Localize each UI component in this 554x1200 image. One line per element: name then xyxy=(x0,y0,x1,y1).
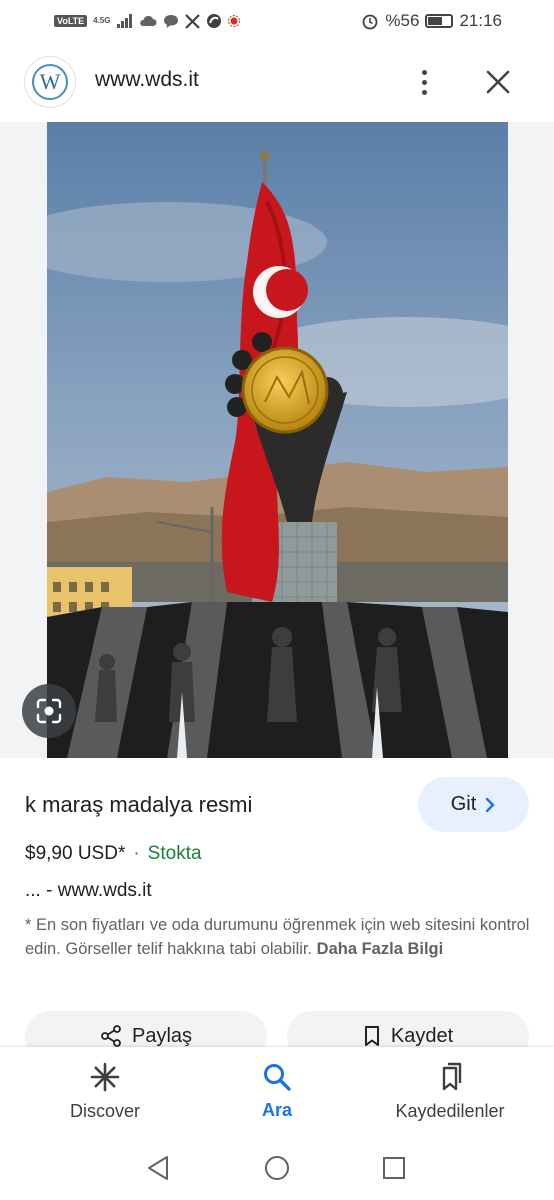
bookmark-icon xyxy=(364,1026,379,1046)
nav-search-label: Ara xyxy=(261,1099,292,1120)
alarm-icon xyxy=(363,14,378,30)
signal-icon xyxy=(116,14,132,28)
price: $9,90 USD* xyxy=(25,843,126,864)
volte-badge: VoLTE xyxy=(54,15,88,27)
result-source[interactable]: ... - www.wds.it xyxy=(25,880,152,902)
asterisk-icon xyxy=(90,1062,120,1091)
nav-discover-label: Discover xyxy=(69,1100,140,1121)
share-icon xyxy=(101,1025,121,1047)
site-url[interactable]: www.wds.it xyxy=(95,68,199,92)
more-info-link[interactable]: Daha Fazla Bilgi xyxy=(317,940,444,958)
notification-icon xyxy=(227,15,240,27)
site-favicon[interactable]: W xyxy=(24,56,76,108)
status-left: VoLTE 4.5G xyxy=(54,13,240,29)
save-label: Kaydet xyxy=(390,1024,454,1047)
disclaimer-text: * En son fiyatları ve oda durumunu öğren… xyxy=(25,916,530,958)
monument-illustration xyxy=(47,122,508,758)
battery-icon xyxy=(425,14,454,28)
visit-button-label: Git xyxy=(450,793,477,815)
monument-image[interactable] xyxy=(47,122,508,758)
favicon-letter: W xyxy=(39,69,61,94)
separator: · xyxy=(133,843,140,864)
nav-saved[interactable]: Kaydedilenler xyxy=(380,1047,520,1135)
price-row: $9,90 USD* · Stokta xyxy=(25,843,202,865)
cloud-icon xyxy=(139,15,157,26)
nav-search[interactable]: Ara xyxy=(240,1047,314,1135)
app-logo-icon xyxy=(206,14,221,28)
recents-icon[interactable] xyxy=(382,1156,406,1180)
back-icon[interactable] xyxy=(146,1155,170,1181)
result-title: k maraş madalya resmi xyxy=(25,792,253,817)
share-label: Paylaş xyxy=(131,1024,193,1047)
close-icon[interactable] xyxy=(480,64,516,100)
nav-saved-label: Kaydedilenler xyxy=(395,1100,505,1121)
home-icon[interactable] xyxy=(264,1155,290,1181)
disclaimer: * En son fiyatları ve oda durumunu öğren… xyxy=(25,913,535,961)
nav-discover[interactable]: Discover xyxy=(50,1047,160,1135)
more-vert-icon[interactable] xyxy=(410,62,438,102)
status-right: %56 21:16 xyxy=(361,11,502,31)
image-viewer xyxy=(0,122,554,758)
lens-search-button[interactable] xyxy=(22,684,76,738)
chat-icon xyxy=(163,14,178,28)
page-header: W www.wds.it xyxy=(0,42,554,122)
battery-percent: %56 xyxy=(385,11,420,30)
system-navigation xyxy=(0,1135,554,1200)
bottom-navigation: Discover Ara Kaydedilenler xyxy=(0,1047,554,1135)
favicon-logo: W xyxy=(32,64,68,100)
status-bar: VoLTE 4.5G %56 21:16 xyxy=(0,0,554,42)
chevron-right-icon xyxy=(486,797,495,812)
lens-icon xyxy=(36,698,62,724)
network-type: 4.5G xyxy=(93,16,111,25)
stock-status: Stokta xyxy=(147,843,202,864)
visit-button[interactable]: Git xyxy=(418,777,529,832)
clock: 21:16 xyxy=(459,11,502,30)
search-icon xyxy=(264,1063,291,1091)
x-logo-icon xyxy=(184,13,200,29)
collections-icon xyxy=(442,1062,462,1090)
